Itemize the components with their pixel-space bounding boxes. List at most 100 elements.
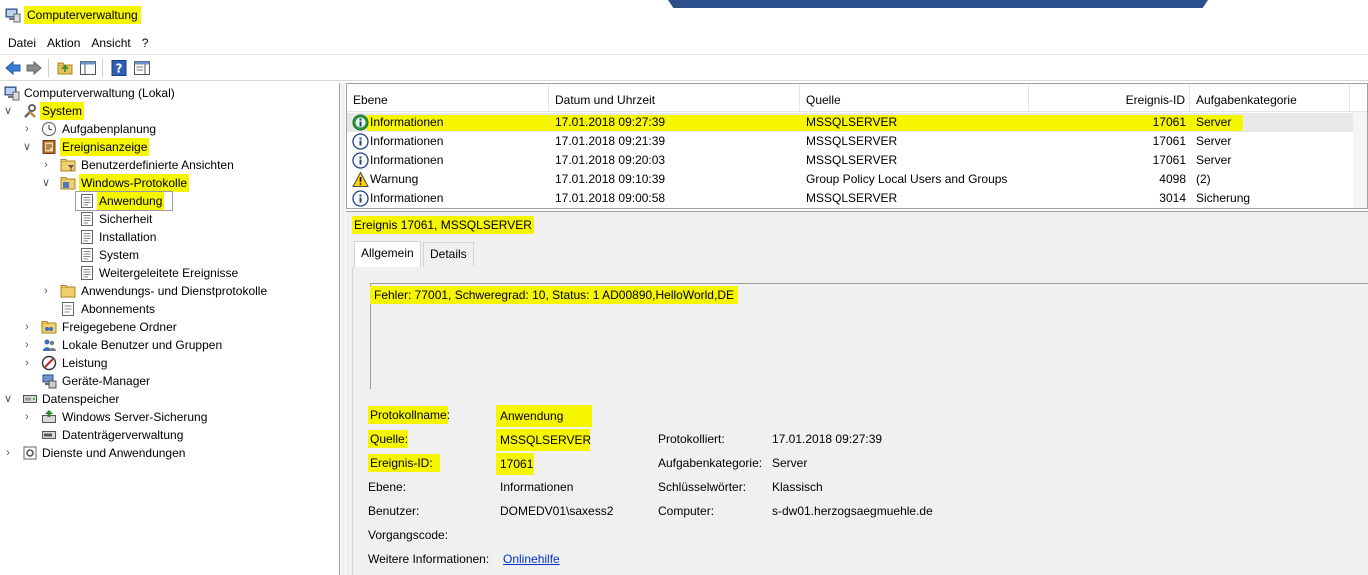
chevron-down-icon[interactable]: ∨ bbox=[22, 138, 32, 156]
cell-kategorie: Server bbox=[1196, 134, 1232, 148]
label-quelle: Quelle: bbox=[368, 430, 409, 448]
chevron-right-icon[interactable]: › bbox=[22, 336, 32, 354]
label-ereignis-id: Ereignis-ID: bbox=[368, 454, 440, 472]
console-tree-icon[interactable] bbox=[79, 59, 97, 77]
cell-quelle: MSSQLSERVER bbox=[806, 134, 898, 148]
tree-item-sicherheit[interactable]: Sicherheit bbox=[0, 210, 340, 228]
column-header-quelle[interactable]: Quelle bbox=[800, 84, 1029, 112]
info-icon bbox=[352, 114, 369, 131]
label-vorgangscode: Vorgangscode: bbox=[368, 528, 449, 542]
tree-item-weitergeleitete-ereignisse[interactable]: Weitergeleitete Ereignisse bbox=[0, 264, 340, 282]
tree-item-system-log[interactable]: System bbox=[0, 246, 340, 264]
tree-item-geraete-manager[interactable]: Geräte-Manager bbox=[0, 372, 340, 390]
console-tree: Computerverwaltung (Lokal) ∨ System › Au… bbox=[0, 83, 340, 575]
cell-quelle: MSSQLSERVER bbox=[806, 191, 898, 205]
properties-icon[interactable] bbox=[133, 59, 151, 77]
chevron-right-icon[interactable]: › bbox=[22, 408, 32, 426]
tree-label: System bbox=[40, 102, 85, 120]
cell-kategorie: (2) bbox=[1196, 172, 1211, 186]
tree-item-dienste-und-anwendungen[interactable]: › Dienste und Anwendungen bbox=[0, 444, 340, 462]
chevron-right-icon[interactable]: › bbox=[22, 354, 32, 372]
tree-item-lokale-benutzer[interactable]: › Lokale Benutzer und Gruppen bbox=[0, 336, 340, 354]
chevron-right-icon[interactable]: › bbox=[41, 156, 51, 174]
tree-item-installation[interactable]: Installation bbox=[0, 228, 340, 246]
toolbar-separator bbox=[102, 59, 103, 77]
chevron-down-icon[interactable]: ∨ bbox=[41, 174, 51, 192]
tree-item-abonnements[interactable]: Abonnements bbox=[0, 300, 340, 318]
chevron-down-icon[interactable]: ∨ bbox=[3, 390, 13, 408]
value-protokolliert: 17.01.2018 09:27:39 bbox=[772, 432, 883, 446]
value-benutzer: DOMEDV01\saxess2 bbox=[500, 504, 614, 518]
tree-item-windows-protokolle[interactable]: ∨ Windows-Protokolle bbox=[0, 174, 340, 192]
table-row[interactable]: Warnung 17.01.2018 09:10:39 Group Policy… bbox=[347, 170, 1353, 189]
chevron-right-icon[interactable]: › bbox=[41, 282, 51, 300]
subscriptions-icon bbox=[62, 302, 74, 316]
tree-item-benutzerdefinierte-ansichten[interactable]: › Benutzerdefinierte Ansichten bbox=[0, 156, 340, 174]
cell-kategorie: Server bbox=[1196, 153, 1232, 167]
tree-label: Dienste und Anwendungen bbox=[42, 446, 186, 460]
tree-item-ereignisanzeige[interactable]: ∨ Ereignisanzeige bbox=[0, 138, 340, 156]
users-icon bbox=[43, 339, 56, 351]
menu-help[interactable]: ? bbox=[138, 33, 156, 53]
folder-filter-icon bbox=[60, 159, 76, 172]
services-icon bbox=[23, 446, 37, 460]
back-icon[interactable] bbox=[4, 59, 22, 77]
tree-item-datenspeicher[interactable]: ∨ Datenspeicher bbox=[0, 390, 340, 408]
help-icon[interactable]: ? bbox=[110, 59, 128, 77]
chevron-right-icon[interactable]: › bbox=[22, 318, 32, 336]
tree-label: Anwendung bbox=[97, 192, 165, 210]
tree-item-server-sicherung[interactable]: › Windows Server-Sicherung bbox=[0, 408, 340, 426]
toolbar: ? bbox=[0, 54, 1368, 81]
title-bar: Computerverwaltung bbox=[0, 0, 1368, 32]
log-icon bbox=[81, 230, 93, 244]
column-header-aufgabenkategorie[interactable]: Aufgabenkategorie bbox=[1190, 84, 1350, 112]
label-protokollname: Protokollname: bbox=[368, 406, 451, 424]
log-icon bbox=[81, 248, 93, 262]
tree-item-root[interactable]: Computerverwaltung (Lokal) bbox=[0, 84, 340, 102]
value-ereignis-id: 17061 bbox=[496, 453, 534, 475]
cell-quelle: MSSQLSERVER bbox=[806, 153, 898, 167]
log-icon bbox=[81, 266, 93, 280]
tree-item-aufgabenplanung[interactable]: › Aufgabenplanung bbox=[0, 120, 340, 138]
table-row[interactable]: Informationen 17.01.2018 09:20:03 MSSQLS… bbox=[347, 151, 1353, 170]
tree-item-freigegebene-ordner[interactable]: › Freigegebene Ordner bbox=[0, 318, 340, 336]
menu-datei[interactable]: Datei bbox=[4, 33, 43, 53]
label-benutzer: Benutzer: bbox=[368, 504, 420, 518]
vertical-scrollbar[interactable] bbox=[1353, 112, 1367, 208]
tab-details[interactable]: Details bbox=[423, 242, 474, 266]
up-folder-icon[interactable] bbox=[56, 59, 74, 77]
event-detail-panel: Ereignis 17061, MSSQLSERVER Allgemein De… bbox=[346, 211, 1368, 575]
tab-allgemein[interactable]: Allgemein bbox=[354, 241, 421, 267]
cell-datum: 17.01.2018 09:20:03 bbox=[555, 153, 666, 167]
tree-label: Freigegebene Ordner bbox=[62, 320, 177, 334]
value-protokollname: Anwendung bbox=[496, 405, 592, 427]
tree-item-leistung[interactable]: › Leistung bbox=[0, 354, 340, 372]
tree-label: Benutzerdefinierte Ansichten bbox=[81, 158, 234, 172]
label-protokolliert: Protokolliert: bbox=[658, 432, 725, 446]
tree-label: Windows-Protokolle bbox=[79, 174, 190, 192]
onlinehilfe-link[interactable]: Onlinehilfe bbox=[503, 550, 560, 568]
chevron-down-icon[interactable]: ∨ bbox=[3, 102, 13, 120]
column-header-ereignis-id[interactable]: Ereignis-ID bbox=[1029, 84, 1190, 112]
shared-folder-icon bbox=[41, 321, 57, 334]
value-schluesselwoerter: Klassisch bbox=[772, 480, 823, 494]
table-row[interactable]: Informationen 17.01.2018 09:27:39 MSSQLS… bbox=[347, 113, 1353, 132]
list-header: Ebene Datum und Uhrzeit Quelle Ereignis-… bbox=[347, 84, 1367, 112]
chevron-right-icon[interactable]: › bbox=[3, 444, 13, 462]
detail-title: Ereignis 17061, MSSQLSERVER bbox=[352, 216, 534, 234]
forward-icon[interactable] bbox=[25, 59, 43, 77]
pane-splitter[interactable] bbox=[341, 83, 345, 575]
tree-item-system[interactable]: ∨ System bbox=[0, 102, 340, 120]
table-row[interactable]: Informationen 17.01.2018 09:00:58 MSSQLS… bbox=[347, 189, 1353, 208]
label-schluesselwoerter: Schlüsselwörter: bbox=[658, 480, 747, 494]
table-row[interactable]: Informationen 17.01.2018 09:21:39 MSSQLS… bbox=[347, 132, 1353, 151]
chevron-right-icon[interactable]: › bbox=[22, 120, 32, 138]
menu-aktion[interactable]: Aktion bbox=[43, 33, 87, 53]
tree-item-datentraegerverwaltung[interactable]: Datenträgerverwaltung bbox=[0, 426, 340, 444]
tree-item-anwendung[interactable]: Anwendung bbox=[0, 192, 340, 210]
tree-item-anwendungs-und-dienstprotokolle[interactable]: › Anwendungs- und Dienstprotokolle bbox=[0, 282, 340, 300]
column-header-datum[interactable]: Datum und Uhrzeit bbox=[549, 84, 800, 112]
menu-ansicht[interactable]: Ansicht bbox=[87, 33, 137, 53]
cell-ereignis-id: 4098 bbox=[1159, 172, 1186, 186]
column-header-ebene[interactable]: Ebene bbox=[347, 84, 549, 112]
